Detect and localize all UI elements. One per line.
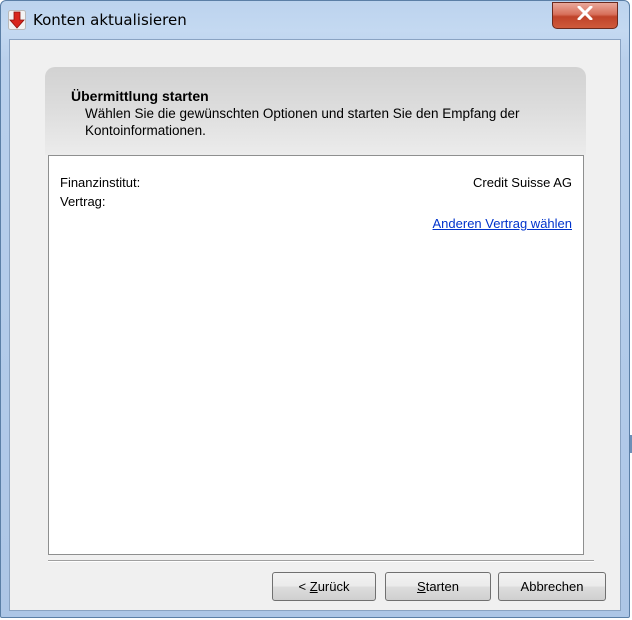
- institution-value: Credit Suisse AG: [473, 175, 572, 190]
- start-button-label: tarten: [425, 579, 459, 594]
- window-title: Konten aktualisieren: [33, 11, 187, 29]
- cancel-button[interactable]: Abbrechen: [498, 572, 606, 601]
- back-button-mnemonic: Z: [309, 579, 318, 594]
- wizard-header: Übermittlung starten Wählen Sie die gewü…: [45, 67, 586, 155]
- dialog-window: Konten aktualisieren Übermittlung starte…: [0, 0, 630, 618]
- wizard-step-description: Wählen Sie die gewünschten Optionen und …: [85, 105, 575, 139]
- description-line-2: Kontoinformationen.: [85, 123, 206, 138]
- title-bar[interactable]: Konten aktualisieren: [1, 1, 629, 39]
- start-button-mnemonic: S: [417, 579, 426, 594]
- back-button-label: urück: [317, 579, 350, 594]
- dialog-body: Übermittlung starten Wählen Sie die gewü…: [9, 39, 621, 611]
- start-button[interactable]: Starten: [385, 572, 491, 601]
- back-button-prefix: <: [298, 579, 310, 594]
- contract-label: Vertrag:: [60, 194, 106, 209]
- red-down-arrow-icon: [8, 10, 26, 30]
- footer-divider: [48, 560, 594, 562]
- back-button[interactable]: < Zurück: [272, 572, 376, 601]
- description-line-1: Wählen Sie die gewünschten Optionen und …: [85, 106, 520, 121]
- wizard-content-panel: Finanzinstitut: Credit Suisse AG Vertrag…: [48, 155, 584, 555]
- close-button[interactable]: [552, 2, 618, 29]
- institution-label: Finanzinstitut:: [60, 175, 141, 190]
- close-icon: [577, 5, 593, 25]
- wizard-step-title: Übermittlung starten: [71, 88, 209, 104]
- change-contract-link[interactable]: Anderen Vertrag wählen: [433, 216, 572, 231]
- cancel-button-label: Abbrechen: [520, 579, 584, 594]
